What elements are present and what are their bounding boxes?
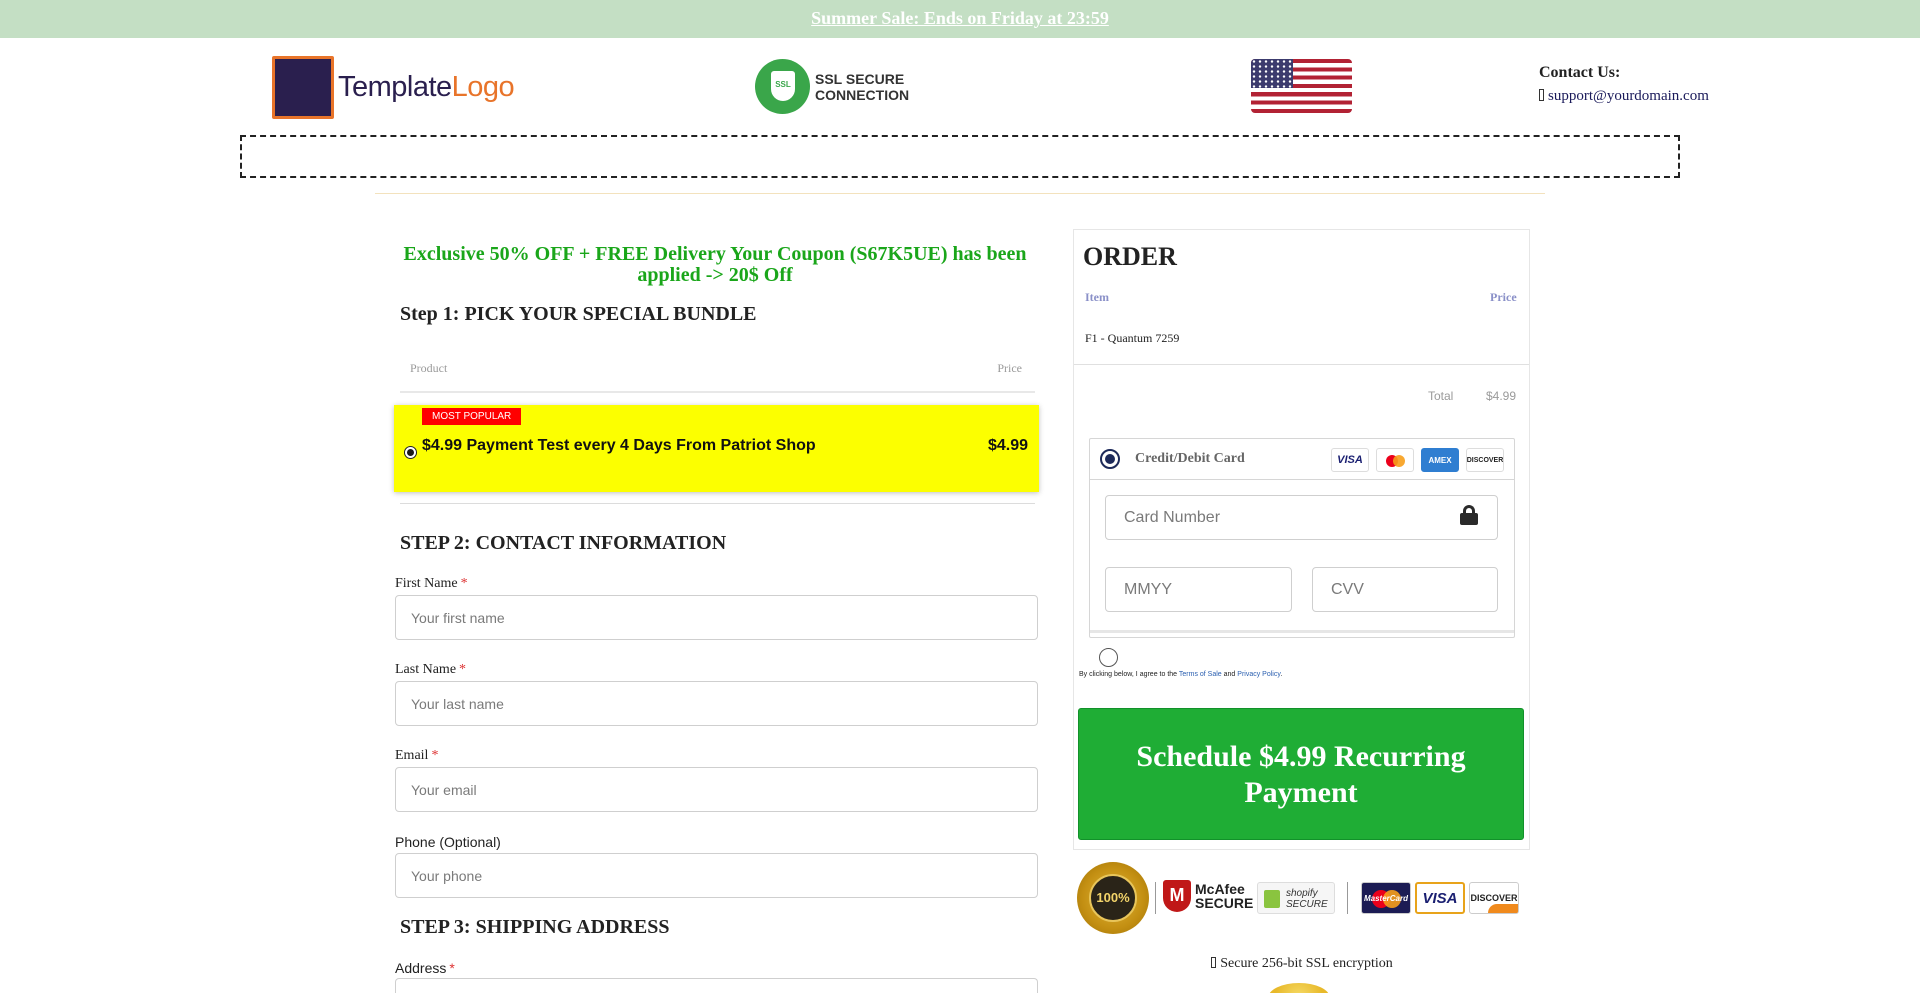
logo-text-primary: Template xyxy=(338,71,452,103)
terms-of-sale-link[interactable]: Terms of Sale xyxy=(1179,671,1222,678)
column-price: Price xyxy=(997,361,1022,375)
header-divider xyxy=(375,193,1545,194)
email-label: Email * xyxy=(395,748,438,764)
step2-heading: STEP 2: CONTACT INFORMATION xyxy=(400,532,727,554)
shopify-secure-text: SECURE xyxy=(1286,899,1328,910)
required-marker: * xyxy=(431,748,439,763)
required-marker: * xyxy=(459,662,467,677)
trust-badges: 100% M McAfee SECURE shopify SECURE Master… xyxy=(1077,860,1527,935)
bundle-radio[interactable] xyxy=(404,446,417,459)
ssl-shield-icon: SSL xyxy=(755,59,810,114)
first-name-label-text: First Name xyxy=(395,576,458,591)
credit-card-label: Credit/Debit Card xyxy=(1135,451,1245,466)
mcafee-secure-icon: M McAfee SECURE xyxy=(1163,880,1253,912)
agree-prefix: By clicking below, I agree to the xyxy=(1079,671,1178,678)
guarantee-seal-icon xyxy=(1268,983,1330,993)
order-divider xyxy=(1074,364,1529,365)
order-item-name: F1 - Quantum 7259 xyxy=(1085,331,1180,345)
total-value: $4.99 xyxy=(1486,389,1517,403)
sale-banner: Summer Sale: Ends on Friday at 23:59 xyxy=(0,0,1920,38)
last-name-input[interactable] xyxy=(395,681,1038,726)
step3-heading: STEP 3: SHIPPING ADDRESS xyxy=(400,916,670,938)
seal-text: 100% xyxy=(1089,874,1137,922)
bundle-table-header: Product Price xyxy=(400,361,1035,393)
first-name-label: First Name * xyxy=(395,576,468,592)
cvv-input[interactable] xyxy=(1312,567,1498,612)
step1-heading: Step 1: PICK YOUR SPECIAL BUNDLE xyxy=(400,303,757,325)
credit-card-radio[interactable] xyxy=(1100,449,1120,469)
address-input[interactable] xyxy=(395,978,1038,993)
bundle-divider xyxy=(400,503,1035,504)
amex-icon: AMEX xyxy=(1421,448,1459,472)
lock-icon xyxy=(1211,957,1217,968)
envelope-icon xyxy=(1539,89,1544,101)
required-marker: * xyxy=(449,960,455,976)
mcafee-secure-text: SECURE xyxy=(1195,895,1254,911)
first-name-input[interactable] xyxy=(395,595,1038,640)
logo-mark xyxy=(272,56,334,119)
site-logo[interactable]: TemplateLogo xyxy=(272,56,515,119)
privacy-policy-link[interactable]: Privacy Policy xyxy=(1237,671,1280,678)
card-number-input[interactable] xyxy=(1105,495,1498,540)
payment-method-box: Credit/Debit Card VISA AMEX DISCOVER xyxy=(1089,438,1515,638)
contact-email[interactable]: support@yourdomain.com xyxy=(1539,88,1709,105)
shopify-secure-icon: shopify SECURE xyxy=(1257,882,1335,914)
contact-email-text[interactable]: support@yourdomain.com xyxy=(1548,88,1709,104)
ssl-shield-label: SSL xyxy=(775,80,791,89)
mastercard-icon xyxy=(1376,448,1414,472)
agree-terms-radio[interactable] xyxy=(1099,648,1118,667)
visa-badge-icon: VISA xyxy=(1415,882,1465,914)
last-name-label-text: Last Name xyxy=(395,662,457,677)
badge-separator xyxy=(1347,882,1348,914)
logo-text: TemplateLogo xyxy=(338,71,515,104)
email-label-text: Email xyxy=(395,748,429,763)
contact-block: Contact Us: support@yourdomain.com xyxy=(1539,64,1709,105)
schedule-payment-button[interactable]: Schedule $4.99 Recurring Payment xyxy=(1078,708,1524,840)
agree-terms-text: By clicking below, I agree to the Terms … xyxy=(1079,671,1282,678)
placeholder-banner xyxy=(240,135,1680,178)
payment-method-header[interactable]: Credit/Debit Card VISA AMEX DISCOVER xyxy=(1090,439,1514,480)
expiry-input[interactable] xyxy=(1105,567,1292,612)
bundle-price: $4.99 xyxy=(987,437,1028,454)
satisfaction-guarantee-seal-icon: 100% xyxy=(1077,862,1149,934)
order-column-item: Item xyxy=(1085,290,1109,304)
bundle-name: $4.99 Payment Test every 4 Days From Pat… xyxy=(422,437,816,454)
ssl-line-1: SSL SECURE xyxy=(815,70,905,87)
ssl-secure-badge: SSL SSL SECURE CONNECTION xyxy=(755,59,909,114)
ssl-encryption-note: Secure 256-bit SSL encryption xyxy=(1079,956,1525,972)
coupon-message: Exclusive 50% OFF + FREE Delivery Your C… xyxy=(403,243,1027,286)
us-flag-icon xyxy=(1251,59,1352,113)
bundle-option[interactable]: MOST POPULAR $4.99 Payment Test every 4 … xyxy=(394,405,1039,492)
visa-icon: VISA xyxy=(1331,448,1369,472)
column-product: Product xyxy=(410,361,448,375)
ssl-line-2: CONNECTION xyxy=(815,86,910,103)
lock-icon xyxy=(1460,505,1478,525)
last-name-label: Last Name * xyxy=(395,662,466,678)
email-input[interactable] xyxy=(395,767,1038,812)
order-title: ORDER xyxy=(1083,242,1177,271)
mastercard-badge-icon: MasterCard xyxy=(1361,882,1411,914)
most-popular-badge: MOST POPULAR xyxy=(422,408,522,425)
required-marker: * xyxy=(460,576,468,591)
phone-input[interactable] xyxy=(395,853,1038,898)
agree-suffix: . xyxy=(1280,671,1283,678)
discover-icon: DISCOVER xyxy=(1466,448,1504,472)
mcafee-text: McAfee xyxy=(1195,881,1245,897)
address-label-text: Address xyxy=(395,960,447,976)
total-label: Total xyxy=(1428,389,1454,403)
phone-label: Phone (Optional) xyxy=(395,834,501,850)
shopify-text: shopify xyxy=(1286,888,1318,899)
order-column-price: Price xyxy=(1490,290,1517,304)
discover-badge-icon: DISCOVER xyxy=(1469,882,1519,914)
badge-separator xyxy=(1155,882,1156,914)
contact-title: Contact Us: xyxy=(1539,64,1621,81)
agree-and: and xyxy=(1223,671,1236,678)
address-label: Address * xyxy=(395,960,455,976)
sale-banner-link[interactable]: Summer Sale: Ends on Friday at 23:59 xyxy=(811,8,1109,29)
card-fields xyxy=(1090,481,1514,633)
logo-text-accent: Logo xyxy=(451,71,515,103)
mastercard-text: MasterCard xyxy=(1363,893,1408,903)
ssl-encryption-text: Secure 256-bit SSL encryption xyxy=(1220,956,1393,971)
accepted-cards: VISA AMEX DISCOVER xyxy=(1331,448,1504,472)
